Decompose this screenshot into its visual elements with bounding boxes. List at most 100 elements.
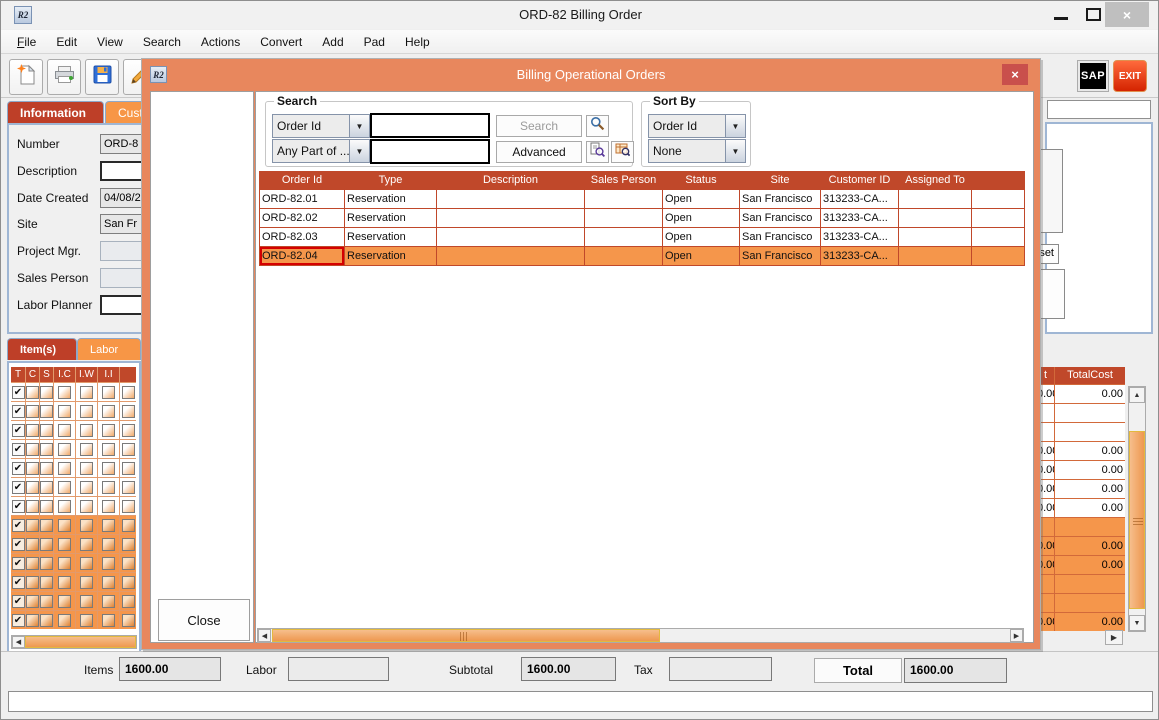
- cost-cell[interactable]: 0.00: [1055, 499, 1125, 517]
- checkbox[interactable]: [26, 557, 39, 570]
- grid-cell[interactable]: [40, 402, 53, 420]
- save-button[interactable]: [85, 59, 119, 95]
- partial-text-field[interactable]: [1047, 100, 1151, 119]
- new-button[interactable]: [9, 59, 43, 95]
- menu-item-actions[interactable]: Actions: [191, 32, 250, 52]
- checkbox[interactable]: [58, 424, 71, 437]
- checkbox[interactable]: [40, 595, 53, 608]
- checkbox[interactable]: [102, 386, 115, 399]
- checkbox[interactable]: [80, 538, 93, 551]
- grid-cell[interactable]: [26, 516, 39, 534]
- checkbox[interactable]: [58, 481, 71, 494]
- grid-cell[interactable]: [98, 516, 119, 534]
- scroll-up-icon[interactable]: ▲: [1129, 387, 1145, 403]
- order-cell[interactable]: Reservation: [345, 190, 436, 208]
- checkbox[interactable]: [102, 557, 115, 570]
- grid-cell[interactable]: [40, 440, 53, 458]
- checkbox[interactable]: [102, 538, 115, 551]
- checkbox[interactable]: ✔: [12, 462, 25, 475]
- grid-cell[interactable]: [98, 497, 119, 515]
- order-cell[interactable]: San Francisco: [740, 209, 820, 227]
- cost-cell[interactable]: 0.00: [1055, 461, 1125, 479]
- order-cell[interactable]: [899, 209, 971, 227]
- grid-cell[interactable]: [54, 383, 75, 401]
- grid-cell[interactable]: [98, 611, 119, 629]
- checkbox[interactable]: [80, 462, 93, 475]
- checkbox[interactable]: [122, 386, 135, 399]
- grid-cell[interactable]: [120, 592, 136, 610]
- grid-cell[interactable]: [54, 516, 75, 534]
- menu-item-convert[interactable]: Convert: [250, 32, 312, 52]
- close-button[interactable]: ×: [1105, 2, 1149, 27]
- order-cell[interactable]: [972, 228, 1024, 246]
- grid-cell[interactable]: [120, 478, 136, 496]
- order-column-header[interactable]: Site: [740, 172, 820, 189]
- grid-cell[interactable]: [98, 573, 119, 591]
- checkbox[interactable]: ✔: [12, 481, 25, 494]
- grid-cell[interactable]: [54, 554, 75, 572]
- order-column-header[interactable]: Status: [663, 172, 739, 189]
- grid-cell[interactable]: [26, 554, 39, 572]
- checkbox[interactable]: [26, 595, 39, 608]
- chevron-down-icon[interactable]: ▼: [349, 115, 369, 137]
- grid-cell[interactable]: [26, 383, 39, 401]
- checkbox[interactable]: [122, 405, 135, 418]
- grid-cell[interactable]: [76, 573, 97, 591]
- checkbox[interactable]: [40, 405, 53, 418]
- cost-cell[interactable]: [1055, 518, 1125, 536]
- order-cell[interactable]: Open: [663, 209, 739, 227]
- order-cell[interactable]: San Francisco: [740, 247, 820, 265]
- order-cell[interactable]: [437, 190, 584, 208]
- order-cell[interactable]: [899, 190, 971, 208]
- grid-cell[interactable]: [40, 497, 53, 515]
- scrollbar-thumb[interactable]: [1129, 431, 1145, 609]
- checkbox[interactable]: [58, 614, 71, 627]
- grid-cell[interactable]: [26, 402, 39, 420]
- order-cell[interactable]: [437, 209, 584, 227]
- grid-cell[interactable]: [76, 402, 97, 420]
- grid-cell[interactable]: [54, 573, 75, 591]
- checkbox[interactable]: [122, 595, 135, 608]
- grid-cell[interactable]: [76, 383, 97, 401]
- table-search-button[interactable]: [611, 141, 634, 163]
- grid-cell[interactable]: ✔: [11, 421, 25, 439]
- checkbox[interactable]: [102, 614, 115, 627]
- scrollbar-thumb[interactable]: [272, 629, 660, 642]
- cost-cell[interactable]: [1055, 423, 1125, 441]
- checkbox[interactable]: [58, 519, 71, 532]
- grid-cell[interactable]: ✔: [11, 383, 25, 401]
- checkbox[interactable]: ✔: [12, 576, 25, 589]
- grid-cell[interactable]: [40, 592, 53, 610]
- checkbox[interactable]: ✔: [12, 614, 25, 627]
- tab-labor[interactable]: Labor: [77, 338, 141, 360]
- checkbox[interactable]: [102, 443, 115, 456]
- grid-cell[interactable]: [40, 554, 53, 572]
- checkbox[interactable]: ✔: [12, 405, 25, 418]
- grid-cell[interactable]: [120, 497, 136, 515]
- scroll-right-icon[interactable]: ▶: [1010, 629, 1023, 642]
- sap-button[interactable]: SAP: [1078, 61, 1108, 91]
- grid-cell[interactable]: [54, 459, 75, 477]
- grid-column-header[interactable]: [120, 367, 136, 382]
- checkbox[interactable]: [80, 557, 93, 570]
- checkbox[interactable]: [26, 519, 39, 532]
- menu-item-file[interactable]: File: [7, 32, 46, 52]
- grid-cell[interactable]: [98, 592, 119, 610]
- advanced-search-input[interactable]: [370, 139, 490, 164]
- checkbox[interactable]: [58, 443, 71, 456]
- checkbox[interactable]: [40, 557, 53, 570]
- grid-cell[interactable]: [98, 459, 119, 477]
- menu-item-help[interactable]: Help: [395, 32, 440, 52]
- grid-cell[interactable]: [54, 497, 75, 515]
- grid-cell[interactable]: ✔: [11, 535, 25, 553]
- grid-cell[interactable]: [76, 516, 97, 534]
- order-cell[interactable]: [585, 209, 662, 227]
- grid-cell[interactable]: [120, 516, 136, 534]
- grid-cell[interactable]: [54, 440, 75, 458]
- grid-cell[interactable]: [54, 478, 75, 496]
- order-cell[interactable]: 313233-CA...: [821, 209, 898, 227]
- grid-cell[interactable]: [26, 592, 39, 610]
- checkbox[interactable]: [122, 519, 135, 532]
- order-cell[interactable]: [899, 247, 971, 265]
- checkbox[interactable]: [58, 538, 71, 551]
